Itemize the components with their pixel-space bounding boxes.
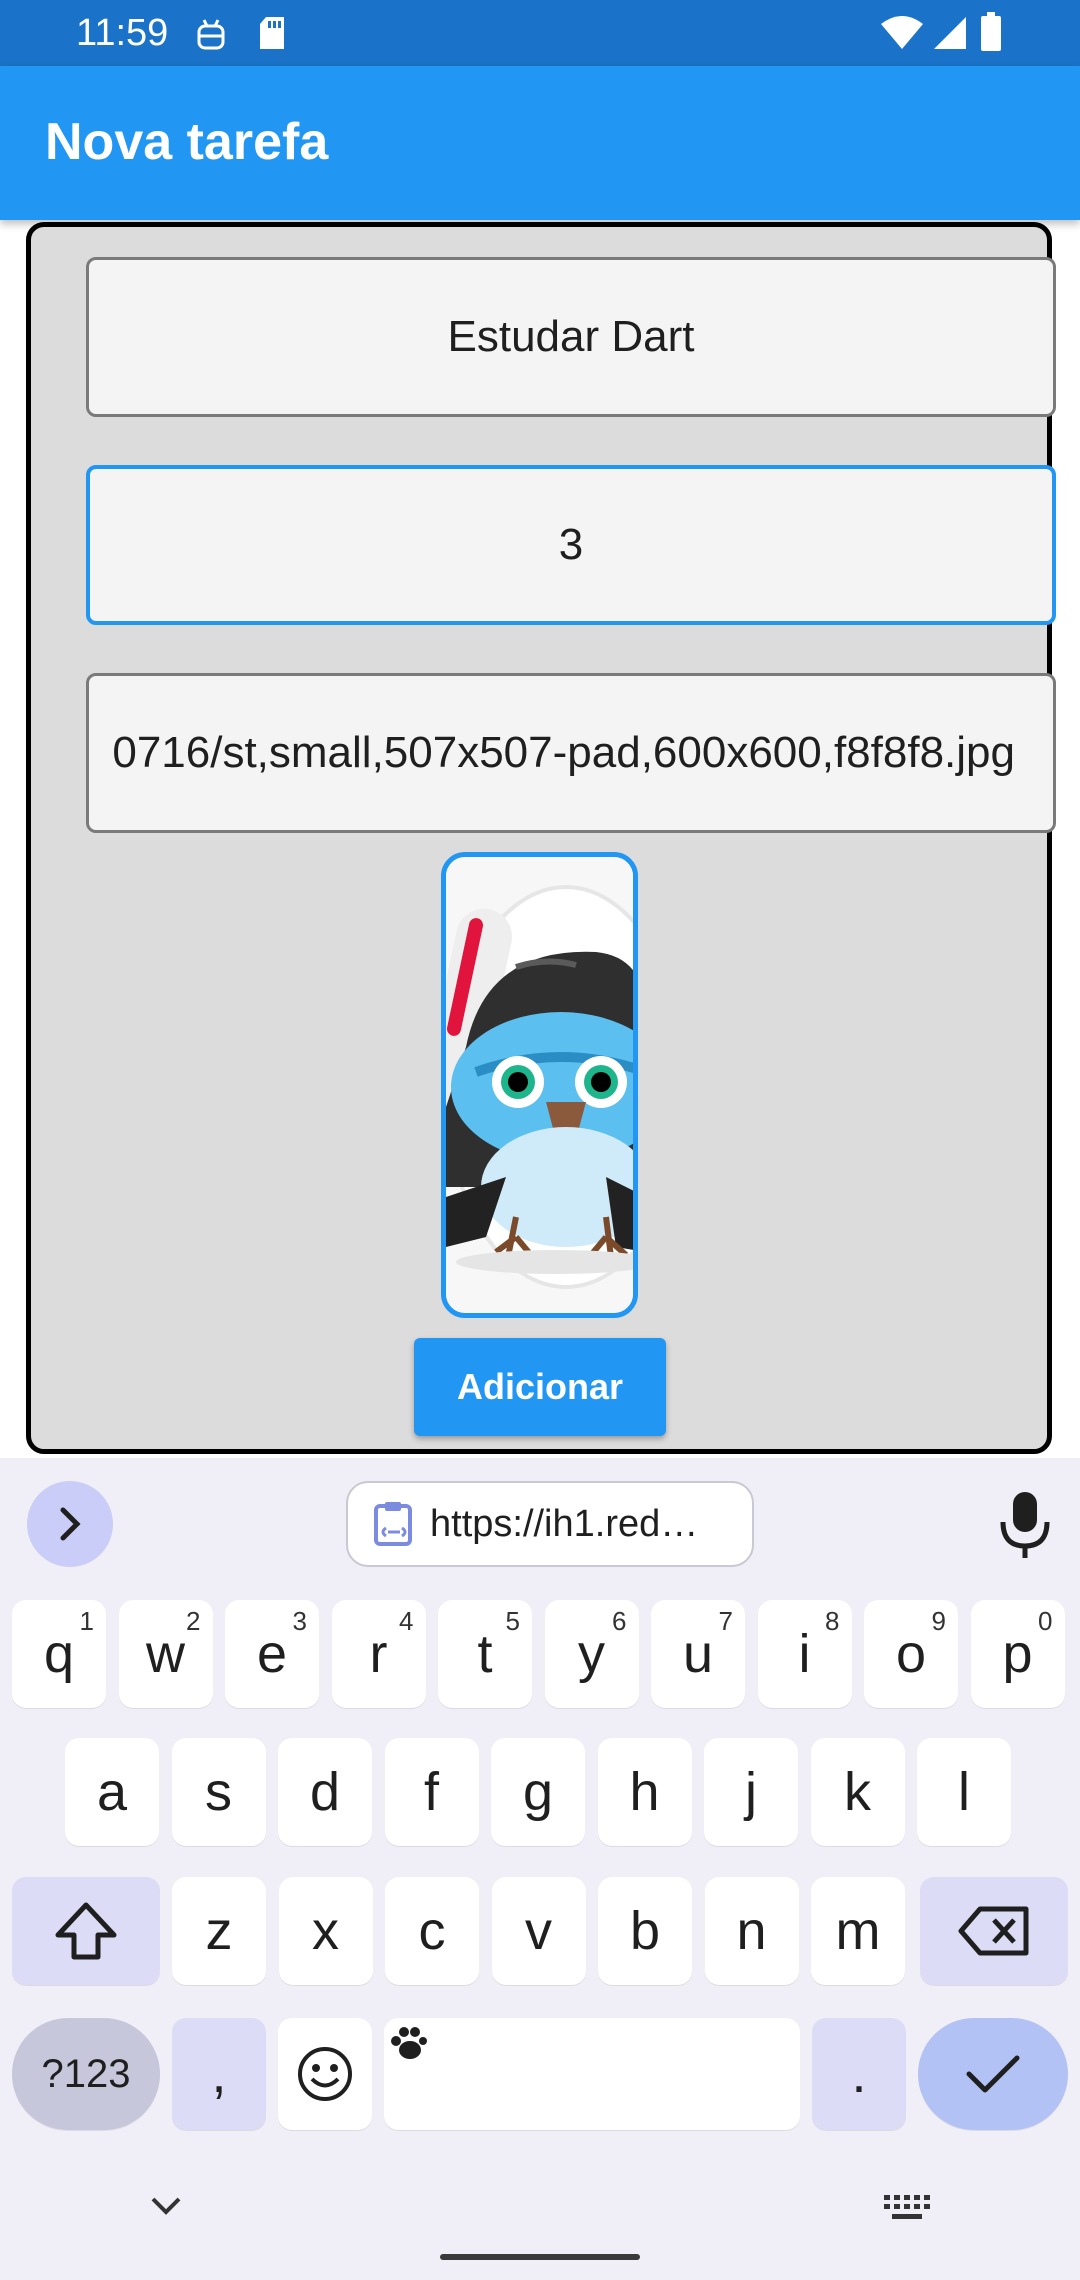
key-number-hint: 4 xyxy=(399,1606,414,1636)
key-d[interactable]: d xyxy=(278,1738,372,1846)
key-g[interactable]: g xyxy=(491,1738,585,1846)
task-name-field[interactable]: Estudar Dart xyxy=(86,257,1056,417)
key-number-hint: 6 xyxy=(612,1606,627,1636)
backspace-icon xyxy=(958,1906,1029,1956)
key-label: i xyxy=(798,1624,811,1684)
clipboard-link-icon xyxy=(374,1502,412,1546)
key-label: f xyxy=(423,1762,439,1822)
owl-sticker-image xyxy=(446,857,633,1313)
hide-keyboard-chevron-icon[interactable] xyxy=(150,2195,182,2217)
key-label: c xyxy=(418,1901,446,1961)
key-label: u xyxy=(682,1624,714,1684)
home-gesture-bar[interactable] xyxy=(440,2254,640,2260)
key-label: g xyxy=(522,1762,554,1822)
keyboard-toolbar-expand-button[interactable] xyxy=(27,1481,113,1567)
clipboard-suggestion-chip[interactable]: https://ih1.red… xyxy=(346,1481,754,1567)
key-a[interactable]: a xyxy=(65,1738,159,1846)
backspace-key[interactable] xyxy=(920,1877,1068,1985)
key-label: a xyxy=(96,1762,128,1822)
status-bar: 11:59 xyxy=(0,0,1080,66)
key-label: e xyxy=(256,1624,288,1684)
key-label: v xyxy=(525,1901,552,1961)
key-n[interactable]: n xyxy=(704,1877,799,1985)
key-label: q xyxy=(43,1624,75,1684)
signal-icon xyxy=(934,17,966,49)
sd-card-icon xyxy=(260,17,284,49)
key-k[interactable]: k xyxy=(810,1738,905,1846)
emoji-icon xyxy=(298,2047,352,2101)
key-h[interactable]: h xyxy=(597,1738,692,1846)
chevron-right-icon xyxy=(60,1507,81,1541)
key-z[interactable]: z xyxy=(172,1877,266,1985)
key-u[interactable]: u7 xyxy=(651,1600,745,1708)
key-label: y xyxy=(578,1624,605,1684)
key-label: w xyxy=(146,1624,185,1684)
space-key[interactable] xyxy=(384,2018,800,2130)
key-i[interactable]: i8 xyxy=(757,1600,852,1708)
key-q[interactable]: q1 xyxy=(12,1600,106,1708)
key-w[interactable]: w2 xyxy=(118,1600,213,1708)
battery-icon xyxy=(981,12,1001,51)
paw-icon xyxy=(391,2027,427,2059)
key-label: o xyxy=(895,1624,927,1684)
soft-keyboard xyxy=(0,1458,1080,2280)
key-x[interactable]: x xyxy=(278,1877,373,1985)
key-label: b xyxy=(629,1901,661,1961)
comma-key[interactable]: , xyxy=(172,2018,266,2130)
wifi-icon xyxy=(881,16,923,49)
difficulty-field[interactable]: 3 xyxy=(86,465,1056,625)
key-label: n xyxy=(736,1901,767,1961)
key-r[interactable]: r4 xyxy=(331,1600,426,1708)
key-label: l xyxy=(958,1762,970,1822)
key-label: j xyxy=(745,1762,757,1822)
android-debug-icon xyxy=(197,19,225,50)
image-preview xyxy=(441,852,638,1318)
key-e[interactable]: e3 xyxy=(225,1600,319,1708)
microphone-icon[interactable] xyxy=(995,1490,1055,1560)
key-y[interactable]: y6 xyxy=(544,1600,639,1708)
key-c[interactable]: c xyxy=(385,1877,479,1985)
key-label: h xyxy=(629,1762,660,1822)
key-f[interactable]: f xyxy=(384,1738,479,1846)
key-number-hint: 7 xyxy=(718,1606,733,1636)
key-number-hint: 3 xyxy=(292,1606,307,1636)
keyboard-switch-icon[interactable] xyxy=(884,2195,930,2223)
key-label: p xyxy=(1002,1624,1033,1684)
key-label: s xyxy=(205,1762,232,1822)
key-o[interactable]: o9 xyxy=(864,1600,958,1708)
key-number-hint: 1 xyxy=(79,1606,94,1636)
key-label: k xyxy=(844,1762,871,1822)
key-v[interactable]: v xyxy=(491,1877,586,1985)
key-label: r xyxy=(369,1624,388,1684)
page-title: Nova tarefa xyxy=(45,113,329,171)
key-number-hint: 0 xyxy=(1038,1606,1053,1636)
key-p[interactable]: p0 xyxy=(970,1600,1065,1708)
clipboard-suggestion-text: https://ih1.red… xyxy=(430,1502,699,1545)
add-button[interactable]: Adicionar xyxy=(414,1338,666,1436)
key-label: x xyxy=(312,1901,339,1961)
symbols-key[interactable]: ?123 xyxy=(12,2018,160,2130)
key-m[interactable]: m xyxy=(811,1877,905,1985)
key-label: z xyxy=(205,1901,233,1961)
key-l[interactable]: l xyxy=(917,1738,1011,1846)
key-label: m xyxy=(835,1901,881,1961)
checkmark-icon xyxy=(966,2055,1020,2093)
status-time: 11:59 xyxy=(76,12,169,54)
shift-arrow-icon xyxy=(55,1902,117,1960)
enter-key[interactable] xyxy=(918,2018,1068,2130)
key-number-hint: 2 xyxy=(186,1606,201,1636)
emoji-key[interactable] xyxy=(278,2018,372,2130)
key-label: d xyxy=(309,1762,341,1822)
key-number-hint: 5 xyxy=(505,1606,520,1636)
key-s[interactable]: s xyxy=(171,1738,266,1846)
period-key[interactable]: . xyxy=(812,2018,906,2130)
shift-key[interactable] xyxy=(12,1877,160,1985)
key-label: t xyxy=(477,1624,493,1684)
key-j[interactable]: j xyxy=(704,1738,798,1846)
key-number-hint: 8 xyxy=(825,1606,840,1636)
image-url-field[interactable]: 0716/st,small,507x507-pad,600x600,f8f8f8… xyxy=(86,673,1056,833)
key-t[interactable]: t5 xyxy=(438,1600,532,1708)
key-b[interactable]: b xyxy=(598,1877,692,1985)
key-number-hint: 9 xyxy=(931,1606,946,1636)
